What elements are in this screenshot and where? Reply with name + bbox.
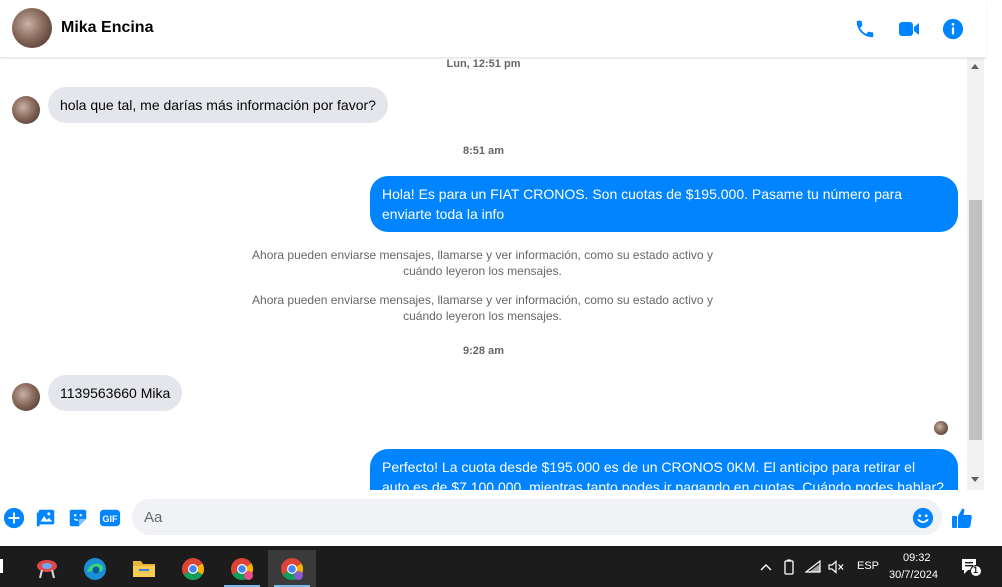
incoming-message[interactable]: hola que tal, me darías más información … <box>48 87 388 123</box>
chat-header: Mika Encina <box>0 0 986 58</box>
outgoing-message-clip: Perfecto! La cuota desde $195.000 es de … <box>370 449 958 490</box>
emoji-icon[interactable] <box>911 506 935 530</box>
pinwheel-app-icon[interactable] <box>23 550 71 587</box>
system-notice: Ahora pueden enviarse mensajes, llamarse… <box>252 248 713 278</box>
chrome-profile-icon[interactable] <box>218 550 266 587</box>
phone-icon[interactable] <box>852 16 878 42</box>
notification-icon[interactable]: 1 <box>960 557 982 577</box>
image-icon[interactable] <box>34 506 58 530</box>
scroll-thumb[interactable] <box>969 200 982 440</box>
timestamp: Lun, 12:51 pm <box>446 58 521 70</box>
plus-icon[interactable] <box>2 506 26 530</box>
sticker-icon[interactable] <box>66 506 90 530</box>
message-input-placeholder: Aa <box>144 509 163 526</box>
contact-avatar[interactable] <box>12 8 52 48</box>
like-icon[interactable] <box>950 506 974 530</box>
scroll-up-arrow[interactable] <box>971 64 979 69</box>
battery-icon[interactable] <box>781 559 797 575</box>
timestamp: 9:28 am <box>463 345 504 357</box>
seen-indicator-avatar <box>934 421 948 435</box>
contact-name[interactable]: Mika Encina <box>61 19 153 37</box>
chevron-up-icon[interactable] <box>758 559 774 575</box>
sender-avatar[interactable] <box>12 383 40 411</box>
edge-icon[interactable] <box>71 550 119 587</box>
chrome-icon[interactable] <box>169 550 217 587</box>
gif-icon[interactable]: GIF <box>98 506 122 530</box>
composer: GIF Aa <box>0 490 986 546</box>
clock-time[interactable]: 09:32 <box>903 552 931 564</box>
wifi-icon[interactable] <box>805 559 821 575</box>
clock-date[interactable]: 30/7/2024 <box>889 569 938 581</box>
gif-label: GIF <box>102 514 118 524</box>
outgoing-message[interactable]: Hola! Es para un FIAT CRONOS. Son cuotas… <box>370 176 958 232</box>
language-indicator[interactable]: ESP <box>857 560 879 572</box>
notification-count: 1 <box>973 565 979 575</box>
taskbar-edge-marker <box>0 559 3 573</box>
scroll-down-arrow[interactable] <box>971 477 979 482</box>
speaker-muted-icon[interactable] <box>828 559 844 575</box>
windows-taskbar: ESP 09:32 30/7/2024 1 <box>0 546 1002 587</box>
timestamp: 8:51 am <box>463 145 504 157</box>
video-icon[interactable] <box>896 16 922 42</box>
system-notice: Ahora pueden enviarse mensajes, llamarse… <box>252 293 713 323</box>
outgoing-message[interactable]: Perfecto! La cuota desde $195.000 es de … <box>370 449 958 490</box>
message-input[interactable]: Aa <box>132 499 942 535</box>
incoming-message[interactable]: 1139563660 Mika <box>48 375 183 411</box>
scrollbar[interactable] <box>967 58 984 490</box>
sender-avatar[interactable] <box>12 96 40 124</box>
chrome-profile-active-icon[interactable] <box>268 550 316 587</box>
file-explorer-icon[interactable] <box>120 550 168 587</box>
info-icon[interactable] <box>940 16 966 42</box>
